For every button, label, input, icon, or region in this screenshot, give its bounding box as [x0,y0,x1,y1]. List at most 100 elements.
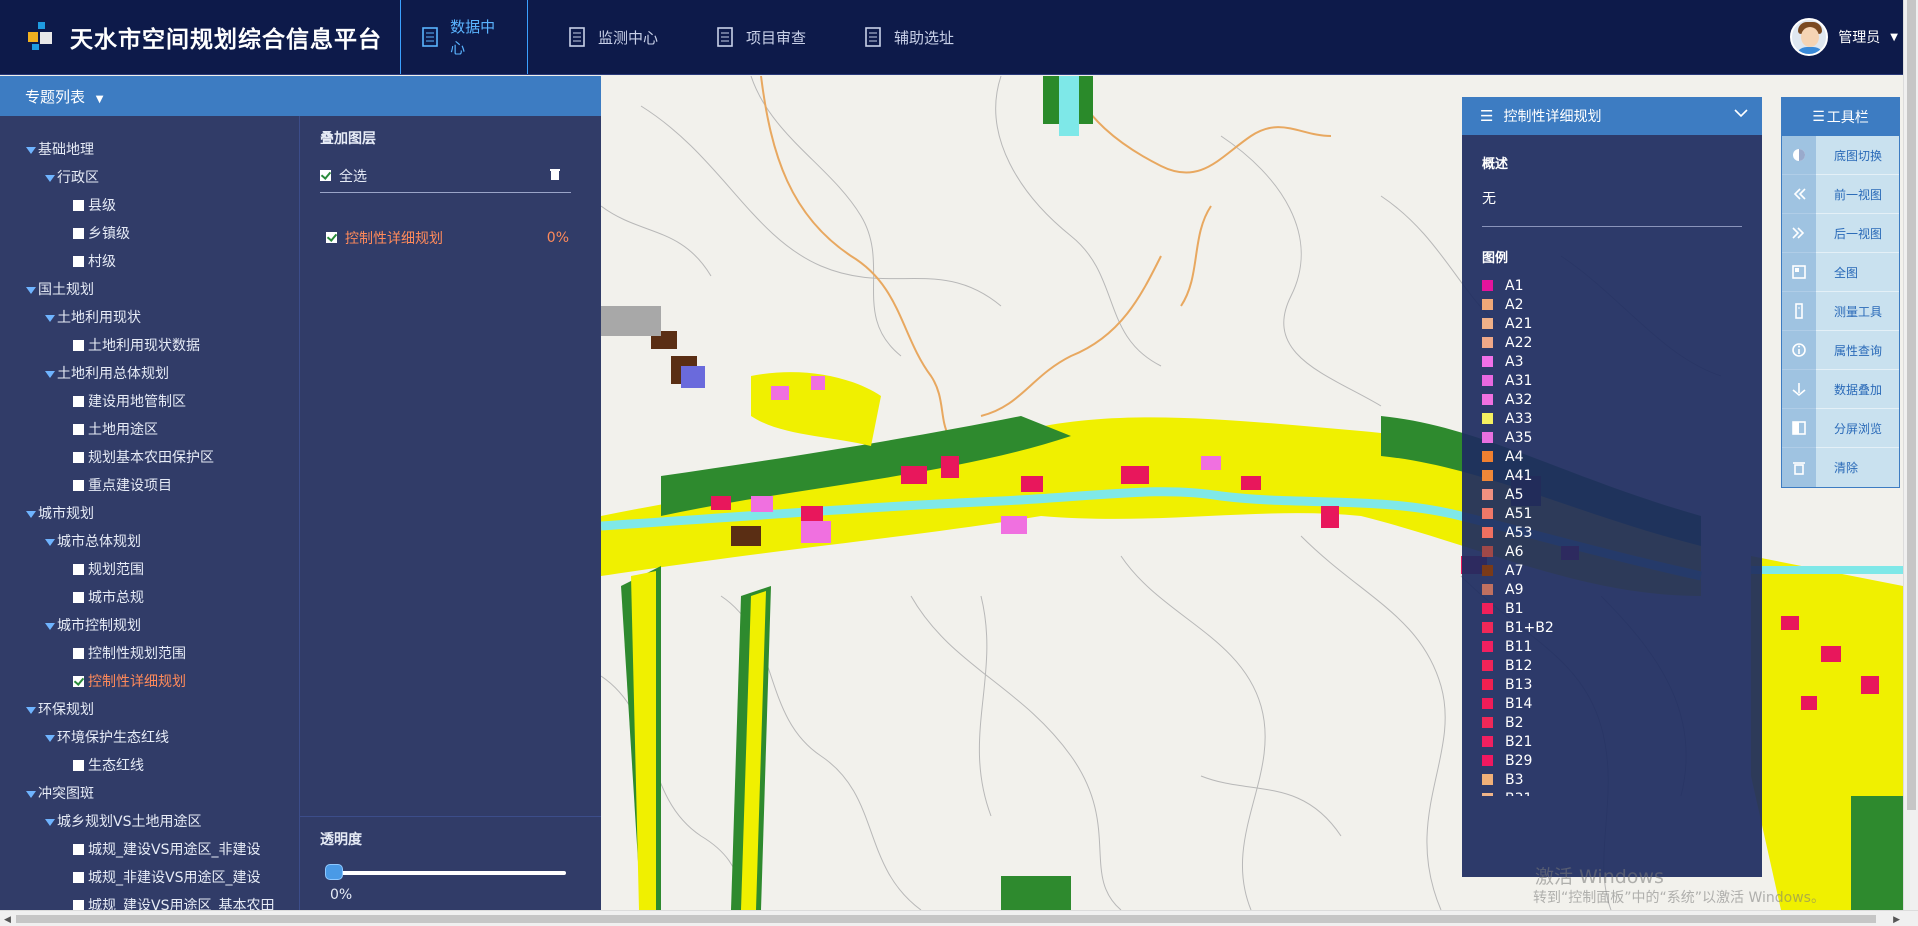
layer-checkbox[interactable] [73,451,84,463]
layer-checkbox[interactable] [73,675,84,687]
tree-group[interactable]: 冲突图斑 [0,780,299,808]
expand-triangle-icon[interactable] [45,734,55,742]
tree-leaf[interactable]: 规划基本农田保护区 [0,444,299,472]
layer-checkbox[interactable] [73,563,84,575]
tree-leaf[interactable]: 控制性规划范围 [0,640,299,668]
toolbar-button[interactable]: 全图 [1782,252,1899,292]
expand-triangle-icon[interactable] [26,146,36,154]
toolbar-title: 工具栏 [1826,110,1869,126]
expand-triangle-icon[interactable] [26,286,36,294]
layer-checkbox[interactable] [73,843,84,855]
layer-checkbox[interactable] [73,647,84,659]
legend-code: A1 [1505,277,1524,294]
tree-leaf[interactable]: 城规_建设VS用途区_非建设 [0,836,299,864]
tree-group[interactable]: 环境保护生态红线 [0,724,299,752]
expand-triangle-icon[interactable] [45,370,55,378]
tree-leaf[interactable]: 城市总规 [0,584,299,612]
layer-checkbox[interactable] [73,871,84,883]
tree-group[interactable]: 土地利用总体规划 [0,360,299,388]
toolbar-button[interactable]: 清除 [1782,448,1899,487]
vertical-scrollbar[interactable] [1903,0,1918,910]
tree-group[interactable]: 基础地理 [0,136,299,164]
expand-triangle-icon[interactable] [45,538,55,546]
tree-leaf[interactable]: 县级 [0,192,299,220]
tree-leaf[interactable]: 生态红线 [0,752,299,780]
tree-group[interactable]: 土地利用现状 [0,304,299,332]
tree-leaf[interactable]: 规划范围 [0,556,299,584]
chevron-down-icon[interactable] [1734,108,1748,118]
opacity-slider-handle[interactable] [325,864,343,880]
tree-group[interactable]: 城乡规划VS土地用途区 [0,808,299,836]
scrollbar-thumb[interactable] [1907,0,1916,810]
toolbar-button[interactable]: 分屏浏览 [1782,408,1899,448]
layer-checkbox[interactable] [73,591,84,603]
tree-leaf[interactable]: 重点建设项目 [0,472,299,500]
legend-swatch [1482,356,1493,367]
scroll-left-icon[interactable]: ◀ [4,915,11,925]
layer-row[interactable]: 控制性详细规划 0% [320,228,571,248]
layer-checkbox[interactable] [73,479,84,491]
tree-group[interactable]: 国土规划 [0,276,299,304]
tree-leaf[interactable]: 乡镇级 [0,220,299,248]
tree-group[interactable]: 环保规划 [0,696,299,724]
toolbar-button[interactable]: 测量工具 [1782,291,1899,331]
tree-leaf[interactable]: 土地利用现状数据 [0,332,299,360]
nav-label: 监测中心 [598,28,659,47]
layer-checkbox[interactable] [73,899,84,910]
scroll-right-icon[interactable]: ▶ [1893,915,1900,925]
tree-leaf[interactable]: 村级 [0,248,299,276]
legend-code: B11 [1505,638,1533,655]
tree-leaf[interactable]: 控制性详细规划 [0,668,299,696]
layer-checkbox[interactable] [73,339,84,351]
expand-triangle-icon[interactable] [26,790,36,798]
select-all-checkbox[interactable] [320,169,331,181]
expand-triangle-icon[interactable] [45,314,55,322]
select-all-row[interactable]: 全选 [320,166,571,193]
user-menu[interactable]: 管理员 ▼ [1790,18,1898,56]
toolbar-button[interactable]: 属性查询 [1782,330,1899,370]
layer-checkbox[interactable] [326,231,337,243]
nav-monitor-center[interactable]: 监测中心 [548,0,696,74]
horizontal-scrollbar[interactable]: ◀ ▶ [0,910,1918,926]
nav-data-center[interactable]: 数据中心 [400,0,528,74]
expand-triangle-icon[interactable] [45,174,55,182]
tree-leaf[interactable]: 建设用地管制区 [0,388,299,416]
nav-project-review[interactable]: 项目审查 [696,0,844,74]
layer-checkbox[interactable] [73,199,84,211]
nav-site-selection[interactable]: 辅助选址 [844,0,992,74]
toolbar-button[interactable]: 数据叠加 [1782,369,1899,409]
expand-triangle-icon[interactable] [45,818,55,826]
scrollbar-thumb[interactable] [16,915,1876,923]
legend-item: B14 [1482,694,1742,713]
document-icon [865,27,881,47]
tree-label: 土地利用现状数据 [88,338,200,354]
tree-leaf[interactable]: 土地用途区 [0,416,299,444]
tree-leaf[interactable]: 城规_非建设VS用途区_建设 [0,864,299,892]
tree-group[interactable]: 城市总体规划 [0,528,299,556]
trash-icon[interactable] [549,168,561,181]
tree-group[interactable]: 城市规划 [0,500,299,528]
toolbar-button[interactable]: 后一视图 [1782,213,1899,253]
tree-group[interactable]: 行政区 [0,164,299,192]
toolbar-button[interactable]: 前一视图 [1782,174,1899,214]
toolbar-button-label: 分屏浏览 [1834,421,1883,436]
topic-list-header[interactable]: 专题列表 ▼ [0,76,601,116]
legend-panel-header[interactable]: ☰ 控制性详细规划 [1462,97,1762,135]
tree-leaf[interactable]: 城规_建设VS用途区_基本农田 [0,892,299,910]
toolbar-button[interactable]: 底图切换 [1782,135,1899,175]
tree-group[interactable]: 城市控制规划 [0,612,299,640]
layer-checkbox[interactable] [73,759,84,771]
legend-item: B1+B2 [1482,618,1742,637]
layer-checkbox[interactable] [73,395,84,407]
legend-code: B1 [1505,600,1524,617]
layer-checkbox[interactable] [73,423,84,435]
expand-triangle-icon[interactable] [26,510,36,518]
layer-checkbox[interactable] [73,227,84,239]
legend-swatch [1482,622,1493,633]
expand-triangle-icon[interactable] [45,622,55,630]
legend-panel-title: 控制性详细规划 [1503,109,1602,125]
expand-triangle-icon[interactable] [26,706,36,714]
opacity-slider-track[interactable] [328,871,566,875]
legend-swatch [1482,717,1493,728]
layer-checkbox[interactable] [73,255,84,267]
